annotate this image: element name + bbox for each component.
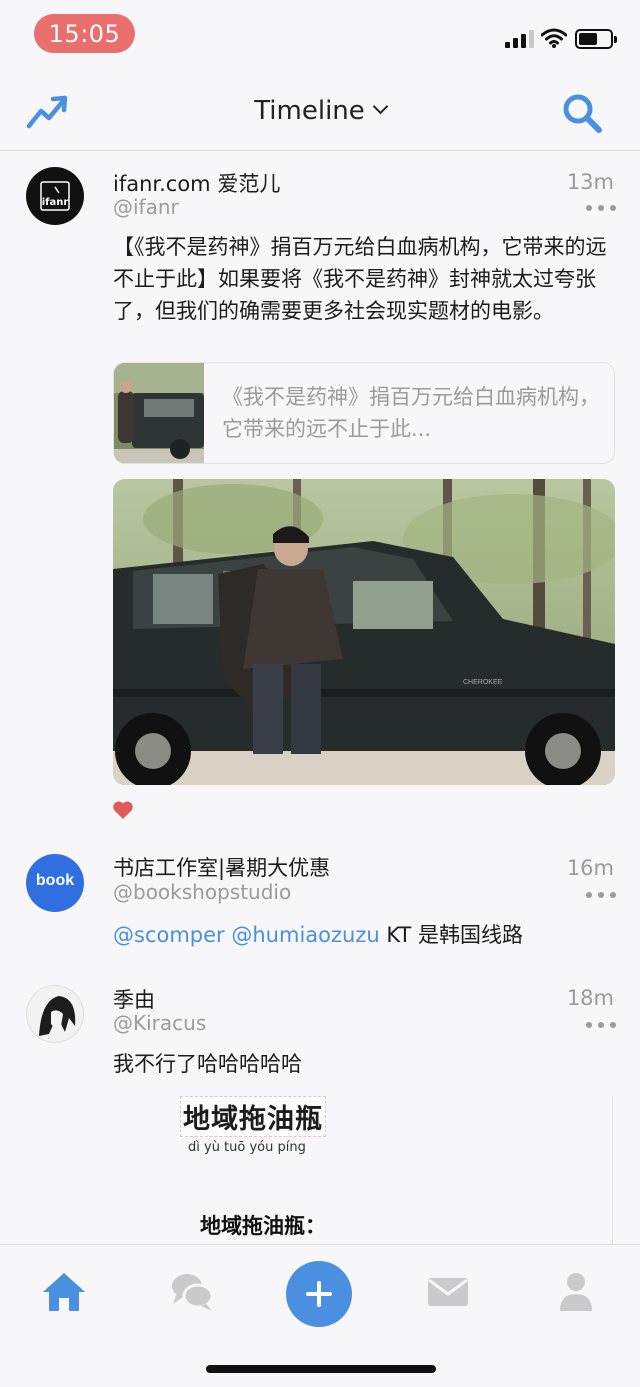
author-handle[interactable]: @Kiracus xyxy=(113,1011,206,1035)
status-time[interactable]: 15:05 xyxy=(34,14,135,53)
avatar-label: book xyxy=(35,872,75,889)
author-name[interactable]: 季由 xyxy=(113,984,155,1014)
tweet-text: @scomper @humiaozuzu KT 是韩国线路 xyxy=(113,919,613,951)
liked-heart-icon[interactable] xyxy=(112,800,134,820)
avatar[interactable] xyxy=(26,985,84,1043)
image-pinyin: dì yù tuō yóu píng xyxy=(188,1140,306,1155)
home-indicator[interactable] xyxy=(206,1365,436,1373)
status-bar: 15:05 xyxy=(0,0,640,70)
author-name[interactable]: 书店工作室|暑期大优惠 xyxy=(113,852,330,882)
chevron-down-icon xyxy=(372,98,389,115)
tweet-photo[interactable]: CHEROKEE xyxy=(113,479,615,785)
mention-link[interactable]: @humiaozuzu xyxy=(231,923,379,947)
link-preview-card[interactable]: 《我不是药神》捐百万元给白血病机构，它带来的远不止于此... xyxy=(113,362,615,464)
svg-text:CHEROKEE: CHEROKEE xyxy=(463,679,503,686)
profile-icon[interactable] xyxy=(552,1269,600,1313)
link-thumbnail xyxy=(114,363,204,463)
avatar[interactable]: ifanr xyxy=(26,167,84,225)
tweet[interactable]: book 书店工作室|暑期大优惠 @bookshopstudio 16m @sc… xyxy=(0,838,640,968)
author-handle[interactable]: @bookshopstudio xyxy=(113,880,291,904)
more-options-icon[interactable] xyxy=(586,1022,616,1030)
tweet-timestamp: 18m xyxy=(566,986,614,1010)
battery-icon xyxy=(575,29,617,49)
tweet-timestamp: 16m xyxy=(566,856,614,880)
tweet-timestamp: 13m xyxy=(566,170,614,194)
link-title: 《我不是药神》捐百万元给白血病机构，它带来的远不止于此... xyxy=(222,385,600,441)
more-options-icon[interactable] xyxy=(586,205,616,213)
wifi-icon xyxy=(541,28,567,48)
tweet-text: 【《我不是药神》捐百万元给白血病机构，它带来的远不止于此】如果要将《我不是药神》… xyxy=(113,235,607,323)
tweet-text-rest: KT 是韩国线路 xyxy=(379,923,523,947)
image-title: 地域拖油瓶 xyxy=(180,1096,326,1137)
mention-link[interactable]: @scomper xyxy=(113,923,225,947)
tweet[interactable]: ifanr ifanr.com 爱范儿 @ifanr 13m 【《我不是药神》捐… xyxy=(0,152,640,832)
tweet[interactable]: 季由 @Kiracus 18m 我不行了哈哈哈哈哈 地域拖油瓶 dì yù tu… xyxy=(0,968,640,1244)
page-title: Timeline xyxy=(254,96,365,126)
navigation-bar: Timeline xyxy=(0,70,640,151)
divider xyxy=(612,1096,613,1244)
avatar-label: ifanr xyxy=(41,197,69,208)
image-subtitle: 地域拖油瓶： xyxy=(200,1214,326,1238)
more-options-icon[interactable] xyxy=(586,892,616,900)
ifanr-logo-icon xyxy=(40,181,70,211)
chat-icon[interactable] xyxy=(168,1269,216,1313)
timeline-feed[interactable]: ifanr ifanr.com 爱范儿 @ifanr 13m 【《我不是药神》捐… xyxy=(0,152,640,1244)
author-name[interactable]: ifanr.com 爱范儿 xyxy=(113,168,280,198)
avatar-illustration xyxy=(39,996,76,1036)
mail-icon[interactable] xyxy=(424,1269,472,1313)
tweet-image[interactable]: 地域拖油瓶 dì yù tuō yóu píng 地域拖油瓶： xyxy=(180,1096,620,1244)
timeline-selector[interactable]: Timeline xyxy=(0,96,640,126)
author-handle[interactable]: @ifanr xyxy=(113,195,179,219)
compose-button[interactable] xyxy=(286,1261,352,1327)
tab-bar xyxy=(0,1244,640,1387)
avatar[interactable]: book xyxy=(26,854,84,912)
cellular-signal-icon xyxy=(505,30,535,48)
home-icon[interactable] xyxy=(40,1269,88,1313)
tweet-text: 我不行了哈哈哈哈哈 xyxy=(113,1052,302,1076)
search-icon[interactable] xyxy=(561,92,603,134)
